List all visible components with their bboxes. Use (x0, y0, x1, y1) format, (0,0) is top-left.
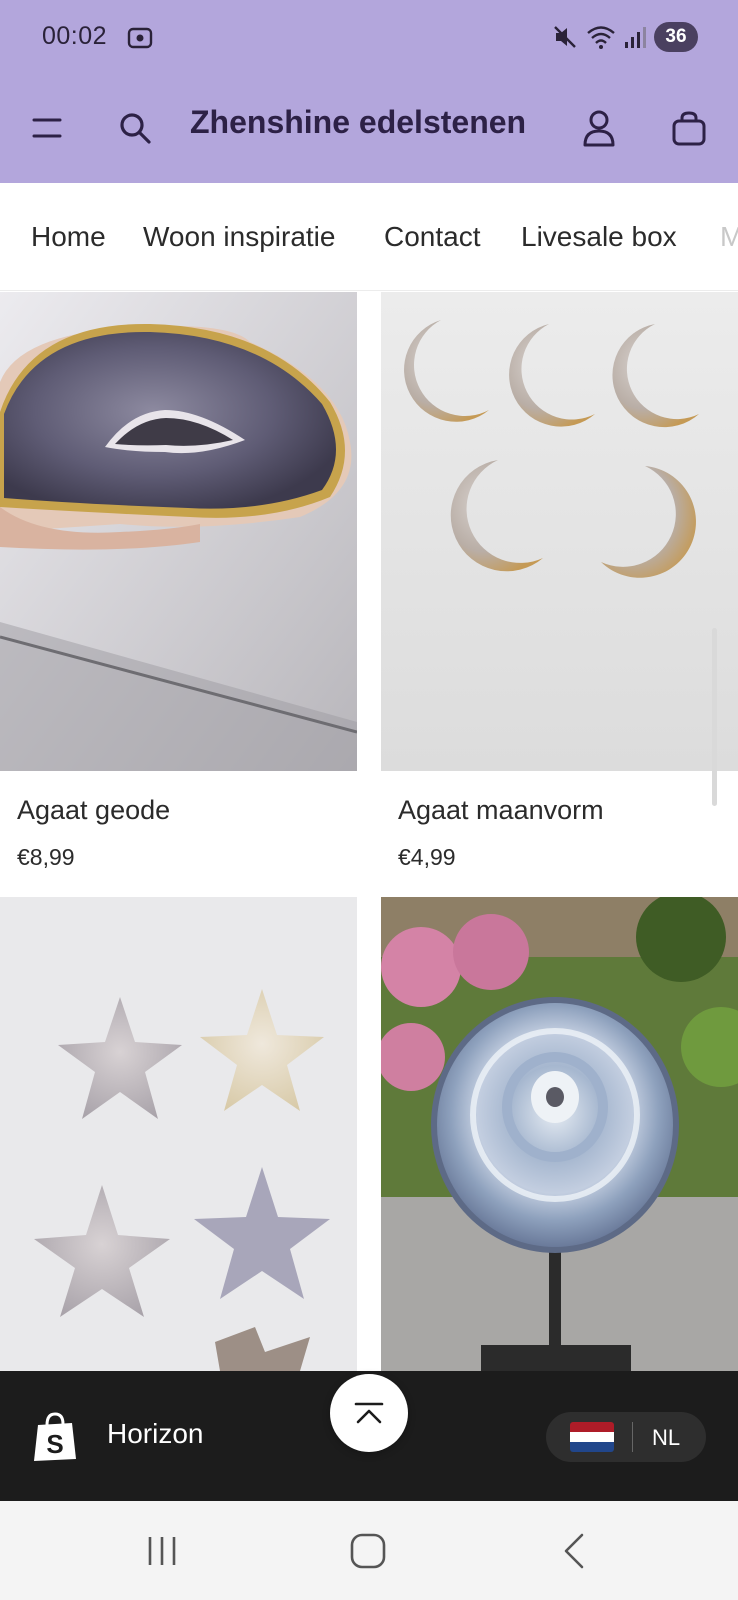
recent-apps-icon[interactable] (142, 1531, 182, 1571)
theme-name: Horizon (107, 1418, 204, 1449)
battery-icon: 36 (654, 22, 698, 52)
product-card[interactable]: Agaat maanvorm €4,99 (381, 292, 738, 882)
menu-icon[interactable] (21, 102, 73, 154)
product-card[interactable] (381, 897, 738, 1371)
product-name[interactable]: Agaat geode (17, 795, 170, 826)
divider (632, 1422, 633, 1452)
product-image[interactable] (381, 897, 738, 1371)
netherlands-flag-icon (570, 1422, 614, 1452)
svg-text:S: S (46, 1429, 63, 1459)
nav-item-home[interactable]: Home (31, 221, 106, 253)
system-navigation-bar (0, 1501, 738, 1600)
nav-item-livesale-box[interactable]: Livesale box (521, 221, 677, 253)
shopify-bag-icon: S (34, 1412, 76, 1461)
account-icon[interactable] (573, 102, 625, 154)
status-icons: 36 (552, 22, 698, 52)
back-to-top-button[interactable] (330, 1374, 408, 1452)
product-price: €8,99 (17, 844, 75, 870)
status-time: 00:02 (42, 22, 108, 50)
scrollbar[interactable] (712, 628, 717, 806)
nav-item-contact[interactable]: Contact (384, 221, 481, 253)
back-icon[interactable] (556, 1531, 596, 1571)
main-nav: Home Woon inspiratie Contact Livesale bo… (0, 183, 738, 291)
nav-item-overflow[interactable]: M (720, 221, 738, 253)
product-card[interactable]: Agaat geode €8,99 (0, 292, 357, 882)
product-image[interactable] (381, 292, 738, 771)
cart-icon[interactable] (663, 102, 715, 154)
product-image[interactable] (0, 292, 357, 771)
search-icon[interactable] (109, 102, 161, 154)
wifi-icon (587, 26, 615, 49)
language-selector[interactable]: NL (546, 1412, 706, 1462)
chevron-up-icon (354, 1402, 384, 1424)
nav-item-woon-inspiratie[interactable]: Woon inspiratie (143, 221, 335, 253)
product-price: €4,99 (398, 844, 456, 870)
screen-record-icon (127, 27, 153, 49)
status-bar: 00:02 36 (0, 0, 738, 76)
signal-icon (625, 27, 646, 48)
store-title[interactable]: Zhenshine edelstenen (190, 104, 526, 141)
product-card[interactable] (0, 897, 357, 1371)
mute-icon (554, 26, 576, 48)
language-code: NL (652, 1425, 681, 1450)
site-header: Zhenshine edelstenen (0, 76, 738, 183)
product-image[interactable] (0, 897, 357, 1371)
home-icon[interactable] (348, 1531, 388, 1571)
product-name[interactable]: Agaat maanvorm (398, 795, 604, 826)
